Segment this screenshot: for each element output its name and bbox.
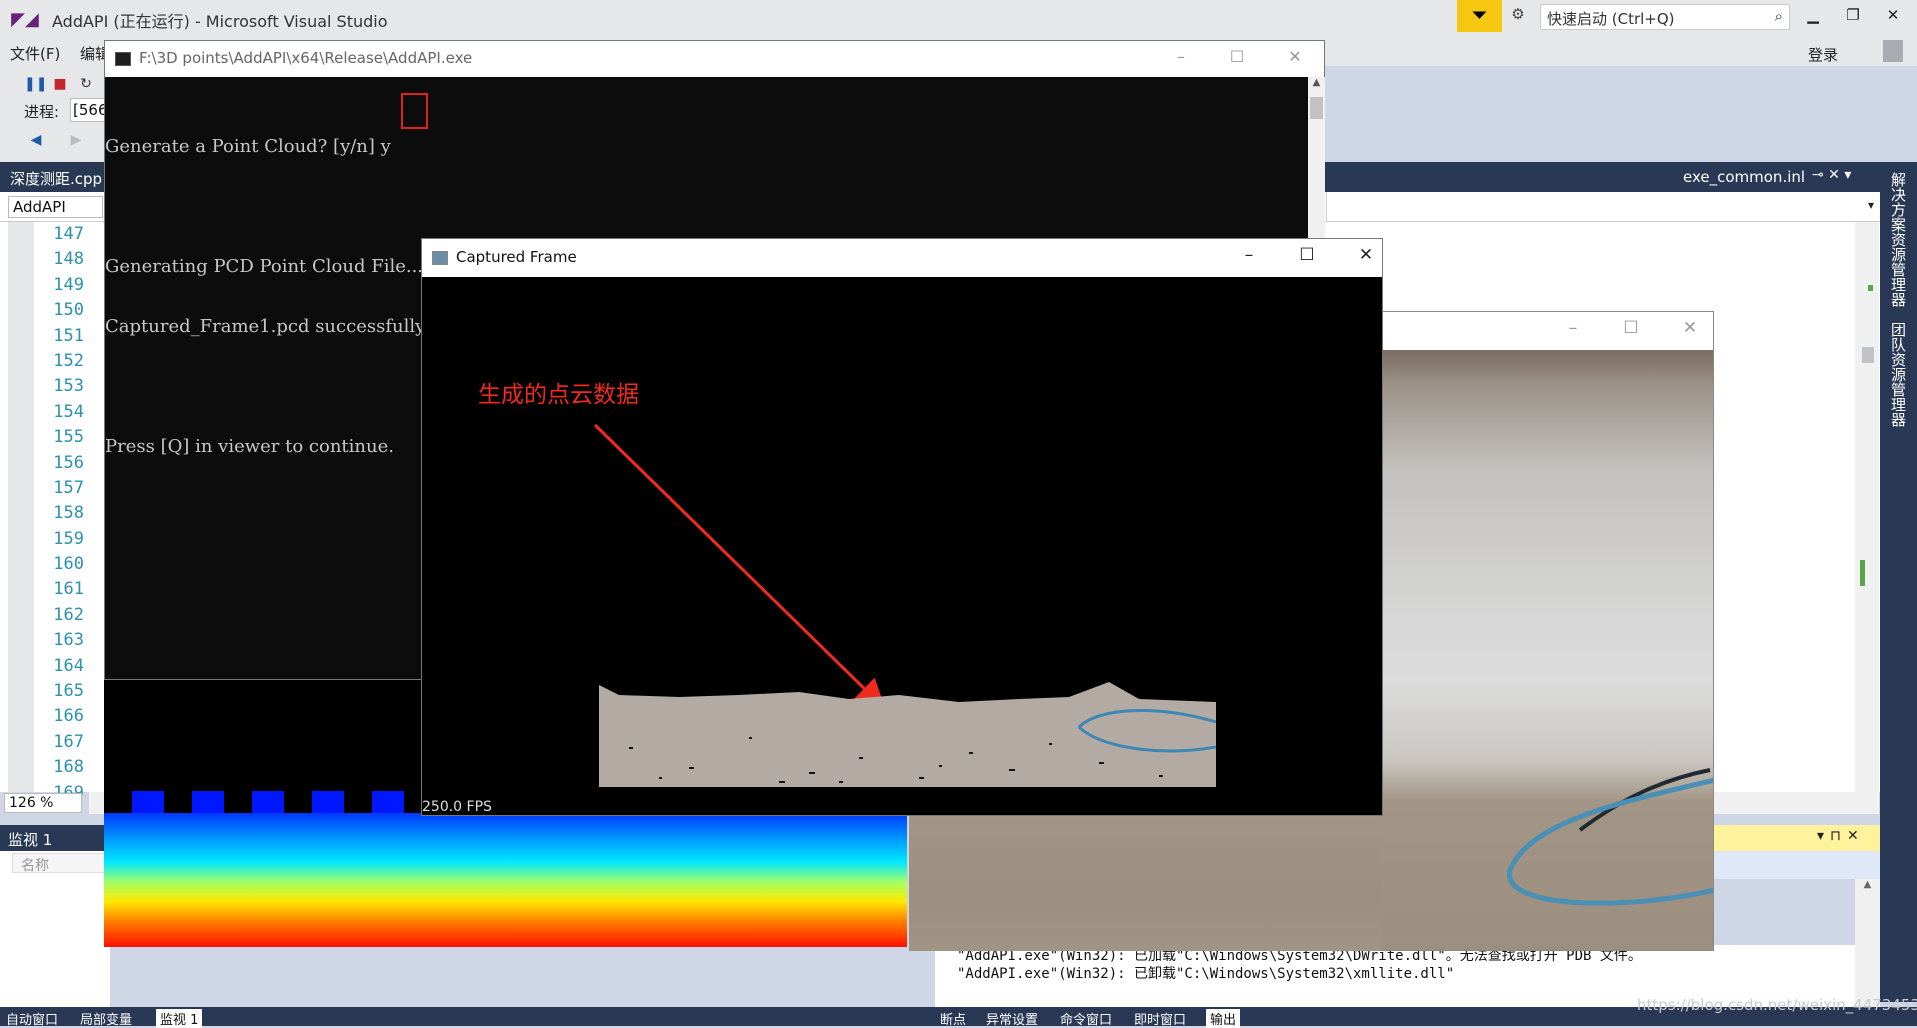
console-title: F:\3D points\AddAPI\x64\Release\AddAPI.e…	[139, 49, 473, 67]
line-numbers: 147 148 149 150 151 152 153 154 155 156 157 158 159 1…	[36, 222, 86, 806]
editor-scroll-thumb[interactable]	[1862, 347, 1874, 363]
output-toolbar	[1713, 851, 1880, 879]
change-marker	[1860, 560, 1865, 586]
tab-exception-settings[interactable]: 异常设置	[986, 1009, 1038, 1028]
camera-maximize-button[interactable]: ☐	[1616, 318, 1646, 342]
solution-explorer-tab[interactable]: 解决方案资源管理器	[1888, 172, 1909, 307]
search-icon: ⌕	[1774, 7, 1783, 25]
line-number: 155	[53, 427, 84, 448]
point-cloud-render	[599, 677, 1216, 787]
pause-icon[interactable]: ❚❚	[24, 74, 47, 94]
chevron-down-icon: ▾	[1867, 198, 1874, 212]
tab-immediate-window[interactable]: 即时窗口	[1134, 1009, 1186, 1028]
quick-launch-placeholder: 快速启动 (Ctrl+Q)	[1547, 10, 1675, 28]
stop-icon[interactable]: ■	[50, 74, 70, 94]
console-app-icon	[115, 52, 131, 66]
line-number: 147	[53, 224, 84, 244]
line-number: 163	[53, 630, 84, 651]
console-title-bar: F:\3D points\AddAPI\x64\Release\AddAPI.e…	[105, 41, 1324, 77]
project-dropdown[interactable]: AddAPI	[8, 196, 103, 218]
notification-filter-icon[interactable]: ⏷	[1457, 0, 1502, 32]
tab-pin-close-icons[interactable]: ⊸ ✕ ▾	[1812, 167, 1851, 183]
watermark-text: https://blog.csdn.net/weixin_44734533	[1637, 996, 1917, 1014]
tab-watch-1[interactable]: 监视 1	[156, 1009, 203, 1028]
line-number: 160	[53, 554, 84, 575]
camera-minimize-button[interactable]: –	[1558, 318, 1588, 342]
tab-locals[interactable]: 局部变量	[80, 1009, 132, 1028]
tab-breakpoints[interactable]: 断点	[940, 1009, 966, 1028]
line-number: 161	[53, 579, 84, 600]
output-scrollbar[interactable]: ▲	[1855, 879, 1880, 1007]
tab-exe-common[interactable]: exe_common.inl	[1683, 168, 1805, 186]
tab-autos[interactable]: 自动窗口	[6, 1009, 58, 1028]
member-dropdown[interactable]: ▾	[1326, 192, 1880, 222]
line-number: 164	[53, 655, 84, 676]
zoom-select[interactable]: 126 %	[4, 793, 82, 813]
line-number: 158	[53, 503, 84, 524]
camera-close-button[interactable]: ✕	[1675, 318, 1705, 342]
line-number: 149	[53, 274, 84, 295]
process-select[interactable]: [566	[70, 98, 107, 122]
output-line: "AddAPI.exe"(Win32): 已卸载"C:\Windows\Syst…	[957, 966, 1455, 982]
captured-frame-window[interactable]: Captured Frame – ☐ ✕ 生成的点云数据 250.0 FPS	[421, 238, 1383, 816]
highlight-box	[401, 93, 428, 129]
fps-readout: 250.0 FPS	[422, 799, 492, 815]
right-tool-rail: 解决方案资源管理器 团队资源管理器	[1880, 162, 1917, 1002]
console-maximize-button[interactable]: ☐	[1222, 47, 1252, 69]
line-number: 159	[53, 528, 84, 549]
output-panel-header: ▾⊓✕	[1713, 825, 1880, 851]
menu-file[interactable]: 文件(F)	[10, 43, 60, 64]
panel-pin-close-icons[interactable]: ▾⊓✕	[1817, 828, 1865, 844]
depth-colormap-image	[104, 791, 907, 947]
vs-restore-button[interactable]: ❐	[1840, 6, 1866, 28]
tab-depth-cpp[interactable]: 深度测距.cpp	[0, 168, 102, 189]
feedback-icon[interactable]: ⚙	[1505, 5, 1531, 27]
line-number: 151	[53, 325, 84, 346]
vs-window-title: AddAPI (正在运行) - Microsoft Visual Studio	[52, 12, 388, 31]
console-scroll-thumb[interactable]	[1310, 97, 1323, 119]
change-marker	[1868, 285, 1873, 291]
watch-panel[interactable]	[0, 851, 110, 1011]
tab-output[interactable]: 输出	[1206, 1009, 1241, 1028]
line-number: 166	[53, 706, 84, 727]
console-close-button[interactable]: ✕	[1280, 47, 1310, 69]
line-number: 165	[53, 681, 84, 702]
visual-studio-logo-icon: ◤◢	[11, 9, 39, 30]
editor-vertical-scrollbar[interactable]	[1855, 222, 1879, 792]
line-number: 157	[53, 477, 84, 498]
bottom-tool-tabs: 自动窗口 局部变量 监视 1 断点 异常设置 命令窗口 即时窗口 输出	[0, 1007, 1917, 1028]
line-number: 148	[53, 249, 84, 270]
team-explorer-tab[interactable]: 团队资源管理器	[1888, 322, 1909, 427]
line-number: 168	[53, 757, 84, 778]
indicator-margin	[8, 222, 34, 792]
line-number: 153	[53, 376, 84, 397]
back-icon[interactable]: ◀	[26, 130, 46, 150]
console-minimize-button[interactable]: –	[1166, 47, 1196, 69]
camera-image-lower	[909, 816, 1381, 951]
vs-minimize-button[interactable]: ▁	[1800, 6, 1826, 28]
console-line: Generate a Point Cloud? [y/n] y	[105, 136, 391, 157]
line-number: 156	[53, 452, 84, 473]
line-number: 154	[53, 401, 84, 422]
login-link[interactable]: 登录	[1808, 44, 1838, 65]
color-camera-window[interactable]: – ☐ ✕	[1379, 311, 1714, 951]
watch-name-column: 名称	[12, 853, 110, 874]
avatar[interactable]	[1883, 40, 1903, 62]
forward-icon[interactable]: ▶	[66, 130, 86, 150]
camera-image	[1380, 350, 1713, 950]
tab-command-window[interactable]: 命令窗口	[1060, 1009, 1112, 1028]
vs-close-button[interactable]: ✕	[1880, 6, 1906, 28]
line-number: 167	[53, 731, 84, 752]
restart-icon[interactable]: ↻	[76, 74, 96, 94]
line-number: 152	[53, 350, 84, 371]
process-label: 进程:	[24, 103, 60, 121]
watch-panel-title: 监视 1	[0, 825, 110, 851]
camera-title-bar: – ☐ ✕	[1380, 312, 1713, 350]
line-number: 162	[53, 604, 84, 625]
line-number: 150	[53, 300, 84, 321]
scroll-up-icon[interactable]: ▲	[1308, 77, 1325, 95]
quick-launch-input[interactable]: 快速启动 (Ctrl+Q) ⌕	[1540, 4, 1790, 30]
